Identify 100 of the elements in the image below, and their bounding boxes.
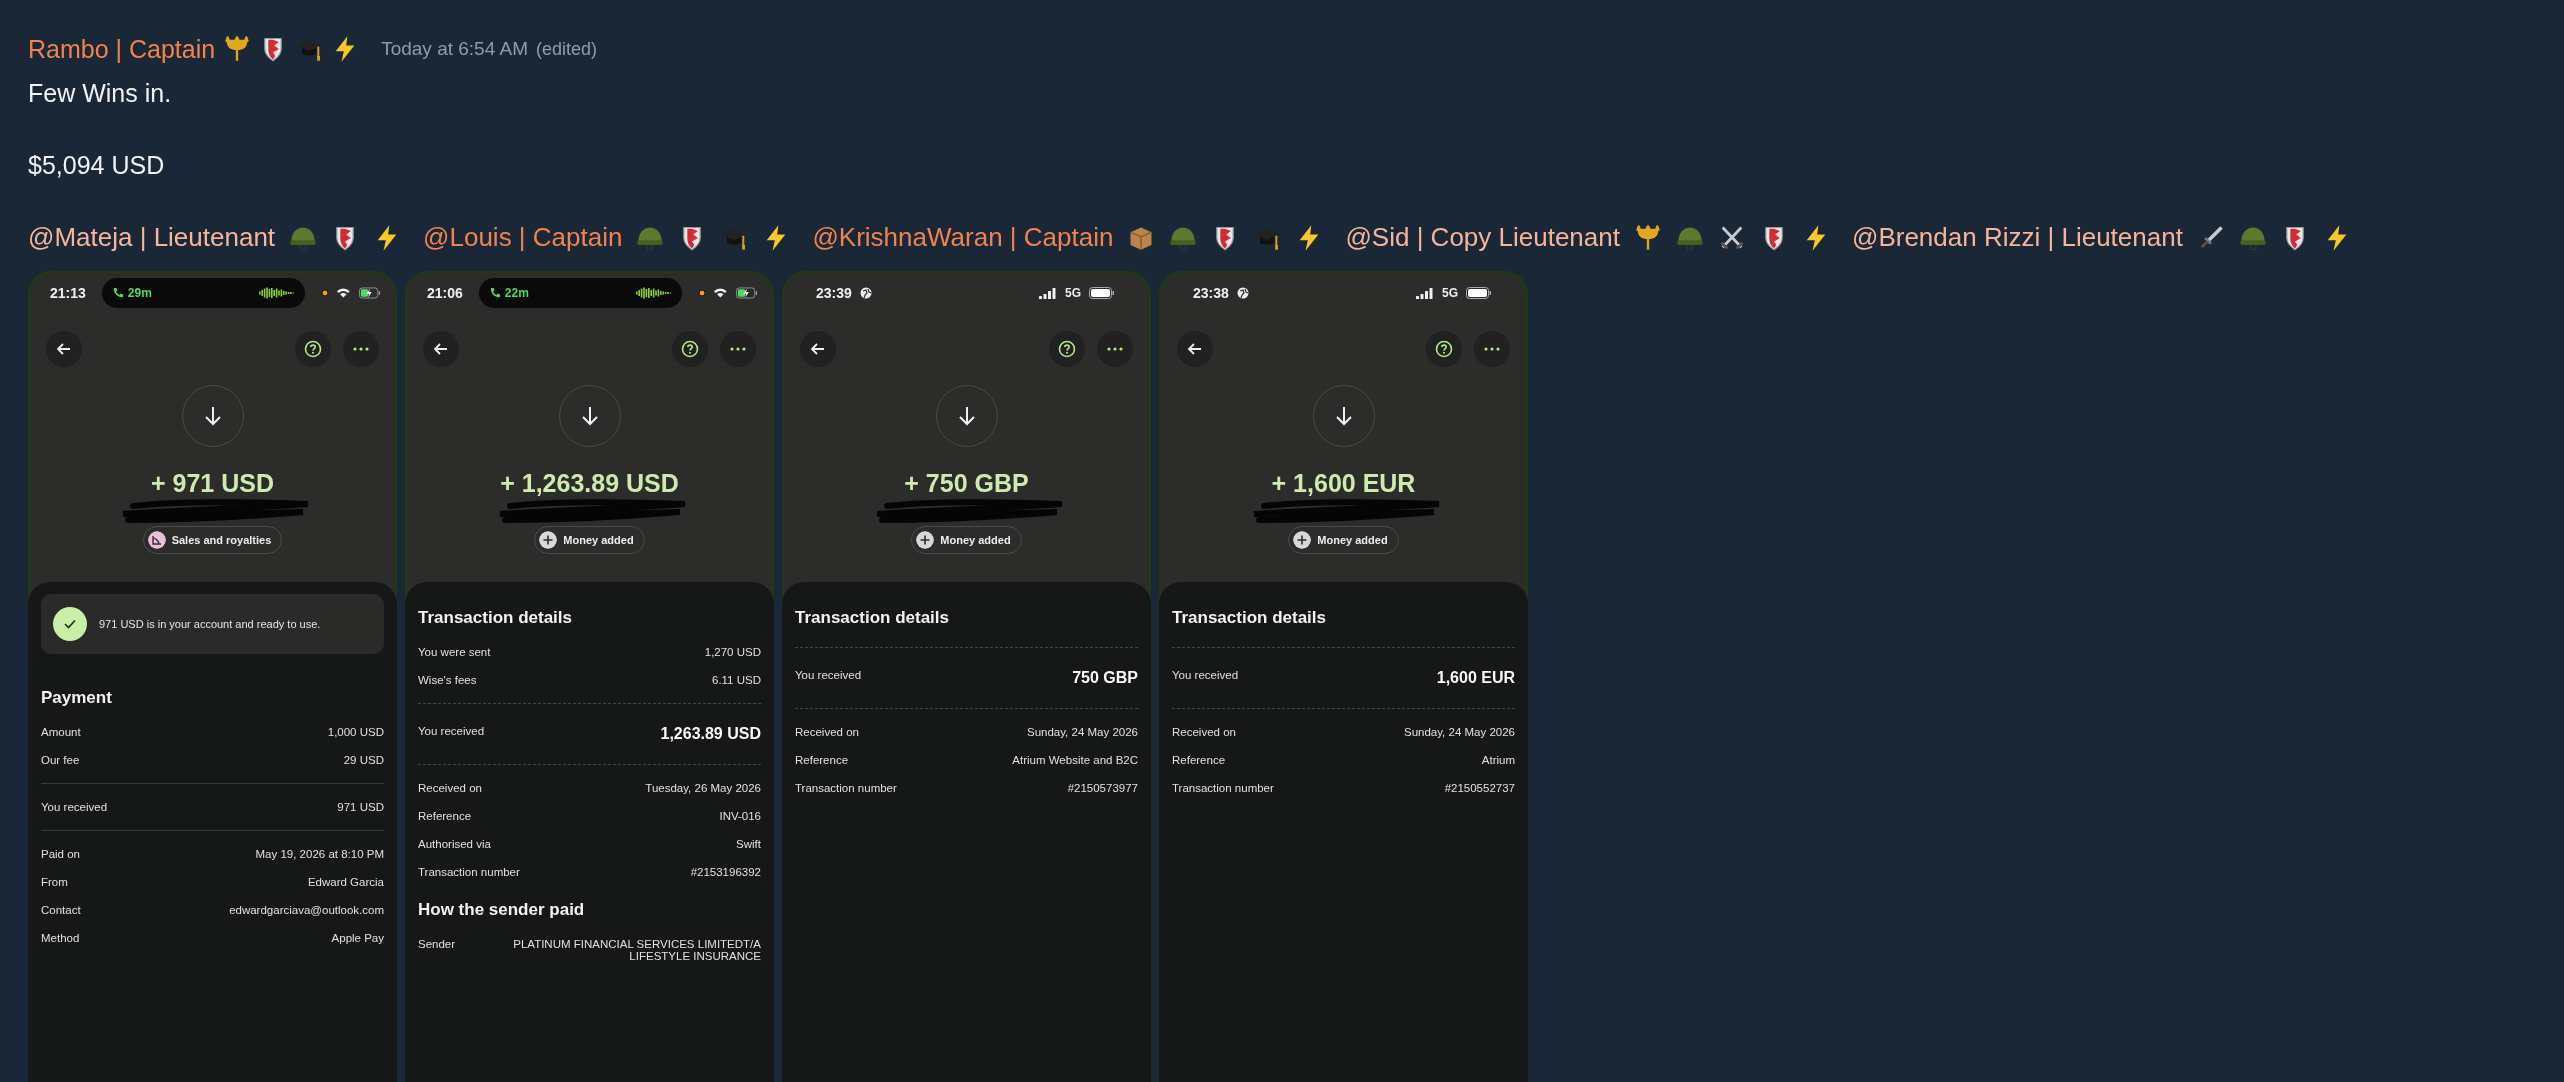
back-arrow-icon [56, 341, 72, 357]
user-mention[interactable]: @Brendan Rizzi | Lieutenant [1852, 222, 2183, 253]
detail-value: Sunday, 24 May 2026 [1403, 726, 1515, 738]
globe-icon [1236, 287, 1249, 299]
help-button[interactable] [672, 331, 708, 367]
wifi-icon [713, 287, 728, 299]
detail-label: Reference [1172, 754, 1226, 766]
more-button[interactable] [1474, 331, 1510, 367]
back-arrow-icon [433, 341, 449, 357]
amount-text: + 1,263.89 USD [500, 469, 679, 498]
back-arrow-icon [810, 341, 826, 357]
waveform-icon [259, 287, 296, 299]
detail-value: edwardgarciava@outlook.com [229, 904, 384, 916]
section-heading: Transaction details [795, 608, 950, 628]
signal-icon [1039, 287, 1057, 299]
detail-value: 1,000 USD [327, 726, 384, 738]
detail-value: Swift [736, 838, 761, 850]
message-text: Few Wins in. [28, 78, 173, 109]
help-icon [681, 340, 699, 358]
back-arrow-icon [1187, 341, 1203, 357]
detail-value: #2150573977 [1067, 782, 1138, 794]
detail-label: Our fee [41, 754, 80, 766]
help-icon [1435, 340, 1453, 358]
detail-label: You received [41, 801, 108, 813]
help-button[interactable] [1049, 331, 1085, 367]
network-label: 5G [1065, 286, 1081, 300]
more-icon [1107, 347, 1123, 351]
signal-icon [1416, 287, 1434, 299]
timestamp: Today at 6:54 AM [381, 38, 528, 60]
detail-label: Wise's fees [418, 674, 477, 686]
detail-label: Sender [418, 938, 456, 950]
battery-icon [1089, 287, 1115, 299]
more-button[interactable] [343, 331, 379, 367]
user-mention[interactable]: @Sid | Copy Lieutenant [1345, 222, 1620, 253]
more-icon [353, 347, 369, 351]
detail-value: 750 GBP [1072, 669, 1138, 687]
back-button[interactable] [800, 331, 836, 367]
detail-value: #2153196392 [690, 866, 761, 878]
detail-label: Transaction number [795, 782, 897, 794]
help-icon [1058, 340, 1076, 358]
detail-value: Apple Pay [331, 932, 384, 944]
detail-value: May 19, 2026 at 8:10 PM [255, 848, 384, 860]
detail-label: You received [795, 669, 862, 681]
notice-text: 971 USD is in your account and ready to use. [99, 618, 321, 630]
user-mention[interactable]: @Mateja | Lieutenant [28, 222, 276, 253]
battery-charging-icon [736, 287, 758, 299]
detail-value: INV-016 [719, 810, 761, 822]
back-button[interactable] [1177, 331, 1213, 367]
detail-label: Authorised via [418, 838, 491, 850]
detail-value: 971 USD [337, 801, 384, 813]
detail-value: 1,600 EUR [1436, 669, 1515, 687]
detail-label: Transaction number [1172, 782, 1274, 794]
back-button[interactable] [46, 331, 82, 367]
author-name[interactable]: Rambo | Captain [28, 34, 216, 64]
detail-label: Contact [41, 904, 81, 916]
battery-charging-icon [359, 287, 381, 299]
detail-value: Atrium [1481, 754, 1515, 766]
detail-value: Tuesday, 26 May 2026 [645, 782, 761, 794]
plus-icon [1293, 531, 1312, 549]
user-mention[interactable]: @Louis | Captain [423, 222, 623, 253]
detail-value: Sunday, 24 May 2026 [1026, 726, 1138, 738]
help-button[interactable] [295, 331, 331, 367]
detail-value: 1,263.89 USD [660, 725, 761, 743]
wifi-icon [336, 287, 351, 299]
chart-icon [147, 531, 166, 549]
battery-icon [1466, 287, 1492, 299]
detail-label: From [41, 876, 68, 888]
clock-time: 21:06 [427, 285, 463, 301]
user-mention[interactable]: @KrishnaWaran | Captain [812, 222, 1114, 253]
section-heading: How the sender paid [418, 900, 586, 920]
message-text: $5,094 USD [28, 150, 166, 181]
amount-text: + 971 USD [151, 469, 274, 498]
detail-label: Method [41, 932, 80, 944]
detail-label: You received [1172, 669, 1239, 681]
more-button[interactable] [720, 331, 756, 367]
help-button[interactable] [1426, 331, 1462, 367]
plus-icon [539, 531, 558, 549]
call-duration: 22m [504, 286, 529, 300]
section-heading: Transaction details [1172, 608, 1327, 628]
detail-label: Transaction number [418, 866, 520, 878]
detail-value: PLATINUM FINANCIAL SERVICES LIMITEDT/A LIFESTYLE INSURANCE [512, 938, 761, 962]
detail-value: Edward Garcia [307, 876, 384, 888]
clock-time: 21:13 [50, 285, 86, 301]
detail-value: 29 USD [343, 754, 384, 766]
back-button[interactable] [423, 331, 459, 367]
plus-icon [916, 531, 935, 549]
call-duration: 29m [127, 286, 152, 300]
phone-icon [488, 287, 501, 299]
detail-value: Atrium Website and B2C [1012, 754, 1138, 766]
more-button[interactable] [1097, 331, 1133, 367]
detail-value: 6.11 USD [712, 674, 761, 686]
help-icon [304, 340, 322, 358]
detail-label: Reference [418, 810, 472, 822]
trident-icon [1634, 223, 1662, 252]
more-icon [730, 347, 746, 351]
more-icon [1484, 347, 1500, 351]
section-heading: Transaction details [418, 608, 573, 628]
detail-value: #2150552737 [1444, 782, 1515, 794]
detail-label: Reference [795, 754, 849, 766]
detail-label: Paid on [41, 848, 80, 860]
